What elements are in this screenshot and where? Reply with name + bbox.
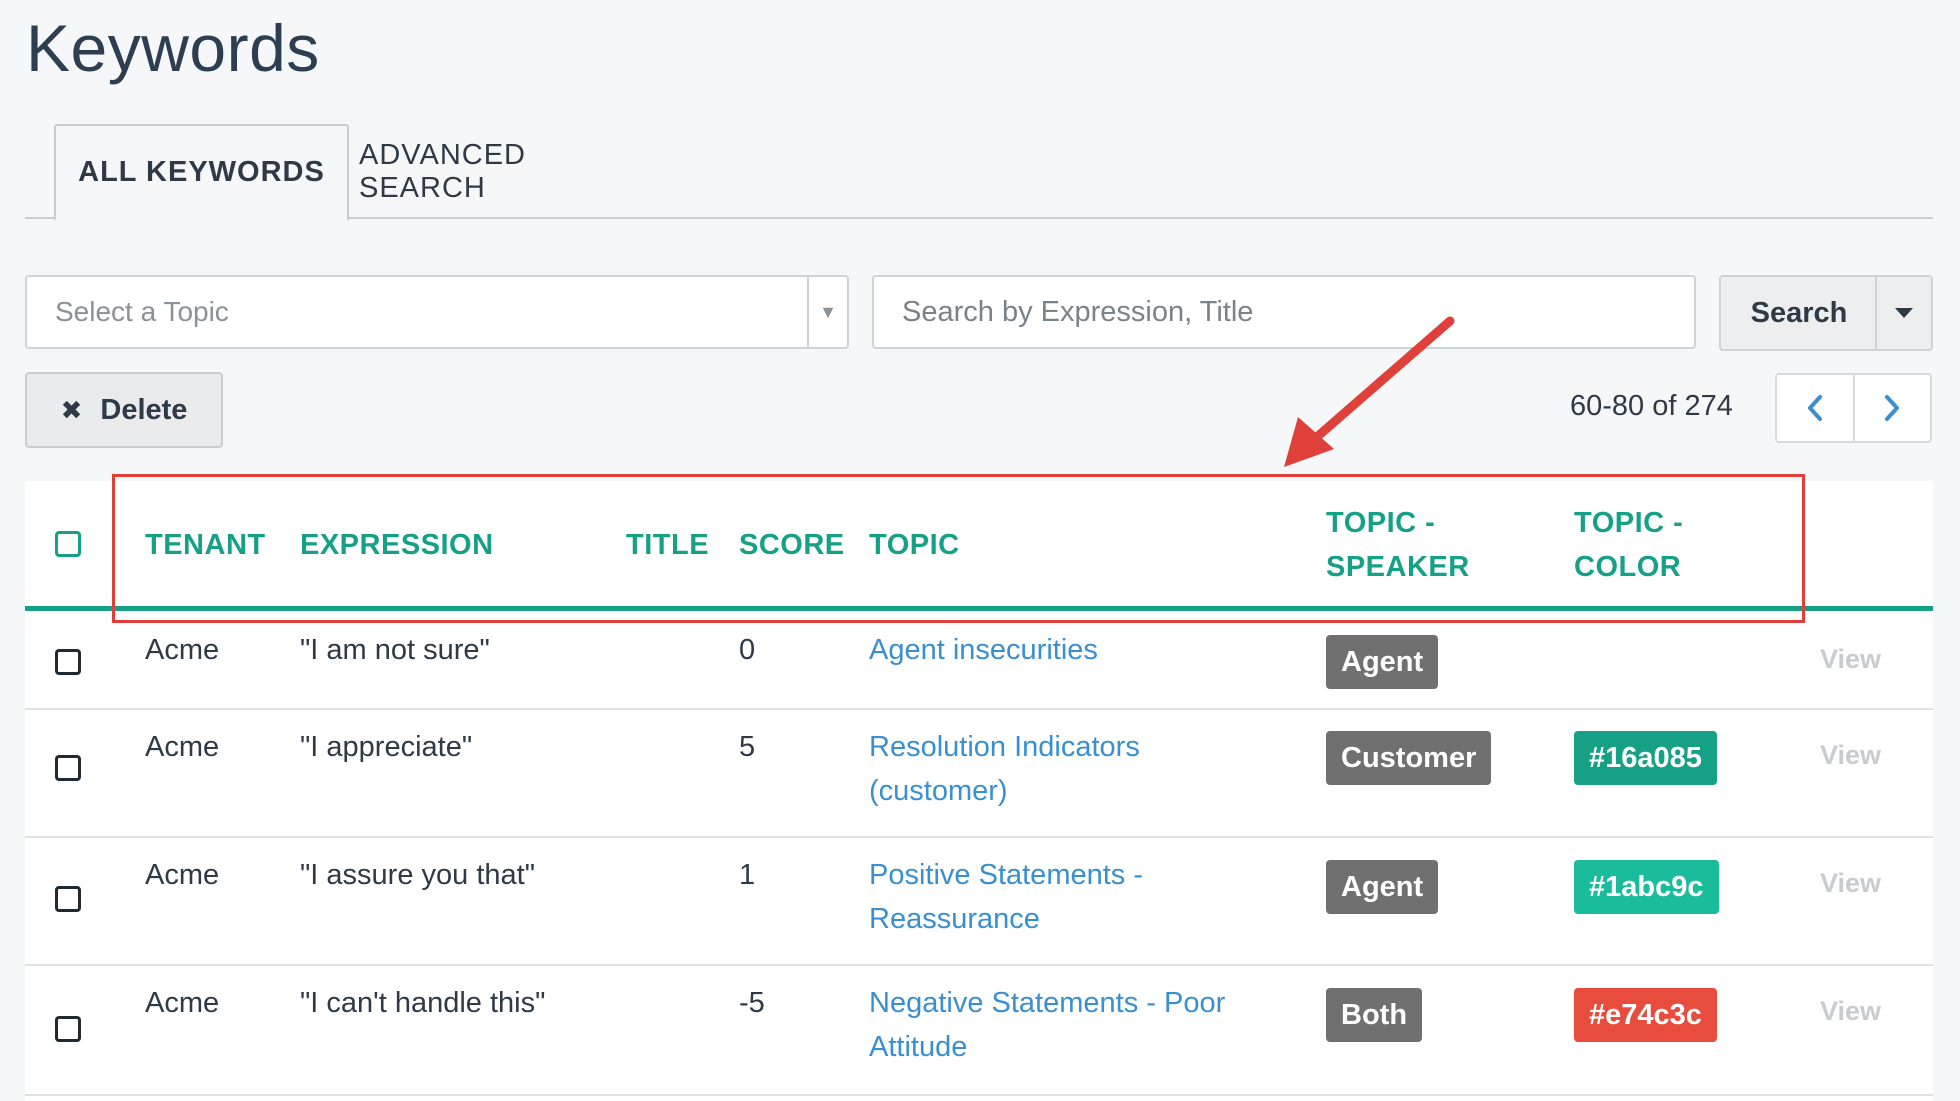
- table-row: Acme "I am not sure" 0 Agent insecuritie…: [25, 616, 1933, 710]
- row-checkbox[interactable]: [55, 1016, 81, 1042]
- topic-link[interactable]: Positive Statements - Reassurance: [869, 853, 1143, 941]
- topic-link[interactable]: Resolution Indicators (customer): [869, 725, 1140, 813]
- cell-score: 5: [739, 731, 756, 763]
- column-header-score[interactable]: SCORE: [739, 523, 845, 567]
- search-button[interactable]: Search: [1719, 275, 1877, 351]
- topic-link-line2: Attitude: [869, 1031, 968, 1063]
- select-all-checkbox[interactable]: [55, 531, 81, 557]
- topic-link-line2: (customer): [869, 775, 1008, 807]
- table-row: Acme "I assure you that" 1 Positive Stat…: [25, 838, 1933, 966]
- topic-link-line1: Positive Statements -: [869, 859, 1143, 891]
- pagination-range: 60-80 of 274: [1570, 390, 1733, 422]
- row-checkbox[interactable]: [55, 649, 81, 675]
- delete-button[interactable]: ✖ Delete: [25, 372, 223, 448]
- cell-expression: "I am not sure": [300, 634, 490, 666]
- cell-expression: "I assure you that": [300, 859, 535, 891]
- view-link[interactable]: View: [1820, 644, 1881, 675]
- topic-select[interactable]: Select a Topic ▼: [25, 275, 849, 349]
- cell-tenant: Acme: [145, 731, 220, 763]
- caret-down-icon[interactable]: ▼: [807, 277, 847, 347]
- chevron-left-icon: [1807, 395, 1822, 421]
- page-title: Keywords: [26, 11, 320, 85]
- row-checkbox[interactable]: [55, 886, 81, 912]
- next-page-button[interactable]: [1852, 375, 1931, 441]
- column-header-title[interactable]: TITLE: [626, 523, 709, 567]
- speaker-badge: Both: [1326, 988, 1423, 1042]
- row-checkbox[interactable]: [55, 755, 81, 781]
- keywords-table: TENANT EXPRESSION TITLE SCORE TOPIC TOPI…: [25, 481, 1933, 1101]
- column-header-topic-color[interactable]: TOPIC - COLOR: [1574, 501, 1683, 589]
- tab-bar: ALL KEYWORDS ADVANCED SEARCH: [25, 124, 1933, 221]
- table-header: TENANT EXPRESSION TITLE SCORE TOPIC TOPI…: [25, 481, 1933, 611]
- column-header-topic-speaker-line2: SPEAKER: [1326, 551, 1470, 583]
- topic-link-line1: Agent insecurities: [869, 634, 1098, 666]
- chevron-down-icon: [1895, 308, 1913, 318]
- pagination-controls: [1775, 373, 1932, 443]
- column-header-expression[interactable]: EXPRESSION: [300, 523, 494, 567]
- search-input[interactable]: [872, 275, 1696, 349]
- cell-score: 0: [739, 634, 756, 666]
- topic-select-placeholder: Select a Topic: [55, 296, 229, 327]
- table-row: Acme "I appreciate" 5 Resolution Indicat…: [25, 710, 1933, 838]
- column-header-topic-speaker[interactable]: TOPIC - SPEAKER: [1326, 501, 1470, 589]
- cell-expression: "I appreciate": [300, 731, 473, 763]
- view-link[interactable]: View: [1820, 868, 1881, 899]
- column-header-topic-color-line1: TOPIC -: [1574, 507, 1684, 539]
- cell-tenant: Acme: [145, 634, 220, 666]
- cell-score: -5: [739, 987, 765, 1019]
- previous-page-button[interactable]: [1777, 375, 1853, 441]
- tab-all-keywords[interactable]: ALL KEYWORDS: [54, 124, 349, 221]
- topic-link-line2: Reassurance: [869, 903, 1040, 935]
- color-badge: #1abc9c: [1574, 860, 1719, 914]
- topic-link-line1: Resolution Indicators: [869, 731, 1140, 763]
- search-options-dropdown[interactable]: [1875, 275, 1933, 351]
- cell-tenant: Acme: [145, 859, 220, 891]
- cell-tenant: Acme: [145, 987, 220, 1019]
- column-header-topic-speaker-line1: TOPIC -: [1326, 507, 1436, 539]
- table-row: Acme "I can't handle this" -5 Negative S…: [25, 966, 1933, 1096]
- close-icon: ✖: [60, 394, 83, 425]
- color-badge: #e74c3c: [1574, 988, 1717, 1042]
- column-header-topic[interactable]: TOPIC: [869, 523, 960, 567]
- delete-button-label: Delete: [100, 393, 188, 426]
- view-link[interactable]: View: [1820, 740, 1881, 771]
- speaker-badge: Agent: [1326, 635, 1439, 689]
- color-badge: #16a085: [1574, 731, 1717, 785]
- topic-link[interactable]: Agent insecurities: [869, 628, 1098, 672]
- chevron-right-icon: [1885, 395, 1900, 421]
- speaker-badge: Customer: [1326, 731, 1492, 785]
- column-header-tenant[interactable]: TENANT: [145, 523, 266, 567]
- speaker-badge: Agent: [1326, 860, 1439, 914]
- view-link[interactable]: View: [1820, 996, 1881, 1027]
- tab-advanced-search[interactable]: ADVANCED SEARCH: [359, 124, 659, 219]
- topic-link-line1: Negative Statements - Poor: [869, 987, 1226, 1019]
- column-header-topic-color-line2: COLOR: [1574, 551, 1682, 583]
- cell-expression: "I can't handle this": [300, 987, 546, 1019]
- cell-score: 1: [739, 859, 756, 891]
- topic-link[interactable]: Negative Statements - Poor Attitude: [869, 981, 1225, 1069]
